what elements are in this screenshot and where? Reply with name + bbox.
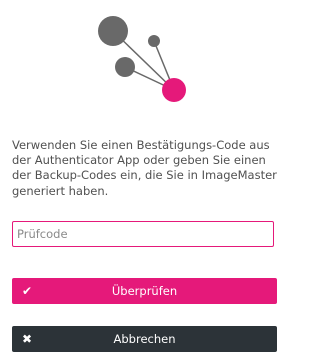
verify-button-label: Überprüfen <box>111 284 178 298</box>
molecule-logo-icon <box>98 16 186 102</box>
verify-button[interactable]: ✔ Überprüfen <box>12 278 277 304</box>
instruction-text: Verwenden Sie einen Bestätigungs-Code au… <box>12 138 277 198</box>
app-logo <box>95 4 195 104</box>
close-icon: ✖ <box>22 332 33 346</box>
cancel-button[interactable]: ✖ Abbrechen <box>12 326 277 352</box>
verification-code-input[interactable] <box>12 221 274 247</box>
check-icon: ✔ <box>22 284 33 298</box>
cancel-button-label: Abbrechen <box>113 332 176 346</box>
